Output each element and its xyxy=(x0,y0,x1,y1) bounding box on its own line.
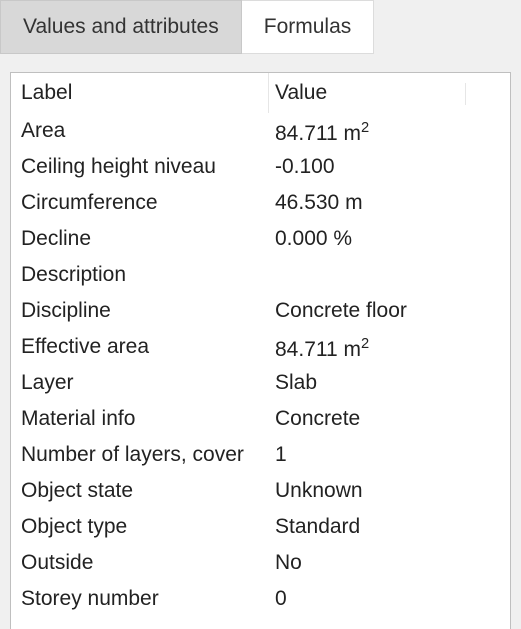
property-label: Effective area xyxy=(11,329,269,365)
table-row[interactable]: DisciplineConcrete floor xyxy=(11,293,510,329)
property-value[interactable]: Slab xyxy=(269,365,510,401)
property-label: Ceiling height niveau xyxy=(11,149,269,185)
tab-label: Formulas xyxy=(264,15,352,39)
table-row[interactable]: Material infoConcrete xyxy=(11,401,510,437)
property-value[interactable]: 1 xyxy=(269,437,510,473)
table-header-row: Label Value xyxy=(11,73,510,113)
table-row[interactable]: Storey number0 xyxy=(11,581,510,617)
property-value[interactable]: Standard xyxy=(269,509,510,545)
column-separator xyxy=(465,83,466,105)
table-row[interactable]: Decline0.000 % xyxy=(11,221,510,257)
panel-wrap: Label Value Area84.711 m2Ceiling height … xyxy=(0,54,521,629)
tab-values-and-attributes[interactable]: Values and attributes xyxy=(0,0,242,54)
tab-label: Values and attributes xyxy=(23,15,219,39)
tab-bar: Values and attributes Formulas xyxy=(0,0,521,54)
property-value[interactable]: 46.530 m xyxy=(269,185,510,221)
column-header-label[interactable]: Label xyxy=(11,73,269,113)
property-value[interactable]: Unknown xyxy=(269,473,510,509)
property-value[interactable]: No xyxy=(269,545,510,581)
property-label: Storey number xyxy=(11,581,269,617)
property-label: Discipline xyxy=(11,293,269,329)
table-row[interactable]: Number of layers, cover1 xyxy=(11,437,510,473)
column-header-value[interactable]: Value xyxy=(269,73,510,113)
property-label: Outside xyxy=(11,545,269,581)
property-value[interactable]: -0.100 xyxy=(269,149,510,185)
properties-panel: Label Value Area84.711 m2Ceiling height … xyxy=(10,72,511,629)
property-value[interactable]: Concrete floor xyxy=(269,293,510,329)
table-row[interactable]: Circumference46.530 m xyxy=(11,185,510,221)
table-row[interactable]: Ceiling height niveau-0.100 xyxy=(11,149,510,185)
property-label: Object state xyxy=(11,473,269,509)
table-body: Area84.711 m2Ceiling height niveau-0.100… xyxy=(11,113,510,617)
property-label: Object type xyxy=(11,509,269,545)
tab-formulas[interactable]: Formulas xyxy=(242,0,375,54)
property-label: Description xyxy=(11,257,269,293)
table-row[interactable]: Object stateUnknown xyxy=(11,473,510,509)
property-value[interactable]: 0.000 % xyxy=(269,221,510,257)
property-label: Decline xyxy=(11,221,269,257)
property-value[interactable]: 0 xyxy=(269,581,510,617)
property-label: Layer xyxy=(11,365,269,401)
property-value[interactable]: Concrete xyxy=(269,401,510,437)
table-row[interactable]: Description xyxy=(11,257,510,293)
property-value[interactable]: 84.711 m2 xyxy=(269,326,510,368)
table-row[interactable]: Area84.711 m2 xyxy=(11,113,510,149)
table-row[interactable]: OutsideNo xyxy=(11,545,510,581)
property-label: Number of layers, cover xyxy=(11,437,269,473)
table-row[interactable]: Effective area84.711 m2 xyxy=(11,329,510,365)
property-label: Circumference xyxy=(11,185,269,221)
property-value[interactable]: 84.711 m2 xyxy=(269,110,510,152)
property-label: Material info xyxy=(11,401,269,437)
table-row[interactable]: LayerSlab xyxy=(11,365,510,401)
property-label: Area xyxy=(11,113,269,149)
table-row[interactable]: Object typeStandard xyxy=(11,509,510,545)
